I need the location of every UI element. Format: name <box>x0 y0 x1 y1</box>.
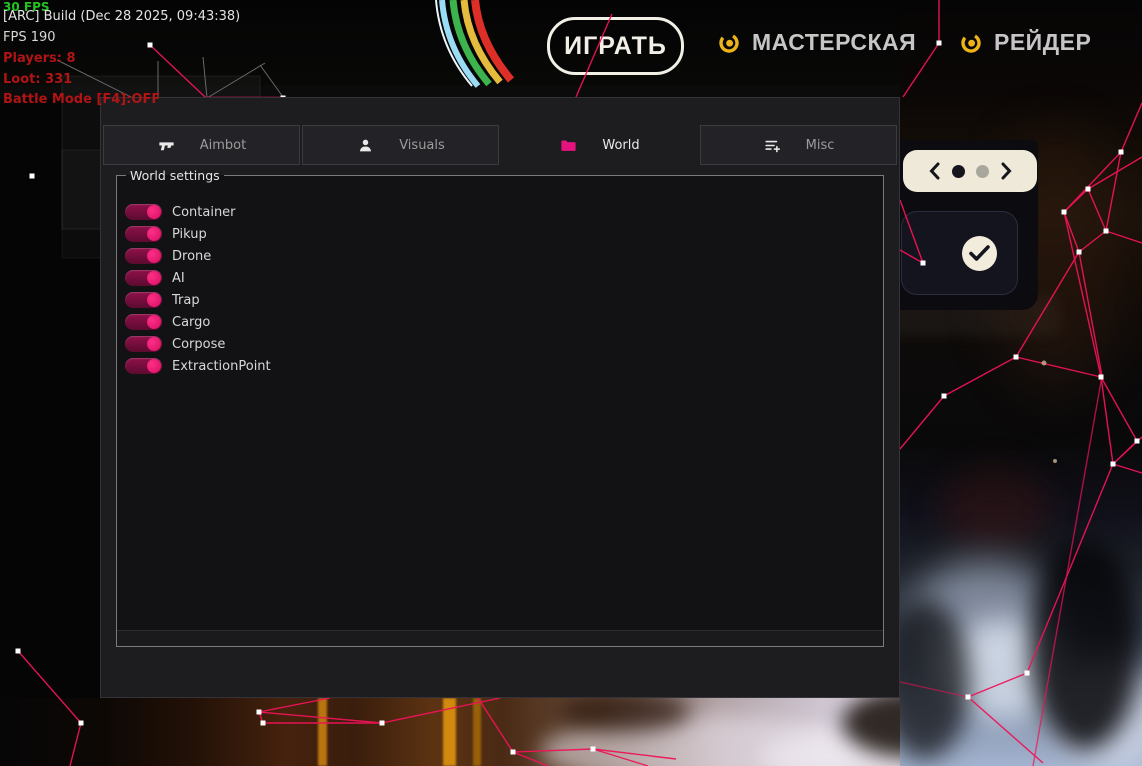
checkmark-icon <box>962 236 997 271</box>
torch-pole <box>318 698 327 766</box>
red-haze <box>940 470 1050 550</box>
nav-raider-label: РЕЙДЕР <box>994 29 1091 56</box>
check-card[interactable] <box>901 211 1018 295</box>
torch-pole <box>473 698 481 766</box>
tab-misc[interactable]: Misc <box>700 125 897 165</box>
toggle-switch[interactable] <box>125 314 162 330</box>
chevron-right-icon[interactable] <box>1000 162 1013 180</box>
toggle-label: Trap <box>172 293 200 308</box>
toggle-label: Drone <box>172 249 211 264</box>
toggle-row-extractionpoint: ExtractionPoint <box>125 355 271 377</box>
toggle-switch[interactable] <box>125 226 162 242</box>
person-icon <box>356 136 375 155</box>
toggle-label: AI <box>172 271 185 286</box>
toggle-row-trap: Trap <box>125 289 271 311</box>
toggle-row-ai: AI <box>125 267 271 289</box>
build-info: [ARC] Build (Dec 28 2025, 09:43:38) <box>3 10 240 23</box>
groupbox-footer <box>117 630 883 646</box>
toggle-label: Corpose <box>172 337 225 352</box>
tab-label: Misc <box>806 138 835 153</box>
toggle-label: ExtractionPoint <box>172 359 271 374</box>
folder-icon <box>559 136 578 155</box>
gold-spiral-icon <box>959 31 983 55</box>
groupbox-title: World settings <box>126 168 224 183</box>
toggle-row-drone: Drone <box>125 245 271 267</box>
toggle-switch[interactable] <box>125 336 162 352</box>
rainbow-logo <box>420 0 560 90</box>
carousel-dot-inactive[interactable] <box>976 165 989 178</box>
menu-tab-bar: Aimbot Visuals World Misc <box>103 125 897 165</box>
loot-counter: Loot: 331 <box>3 73 72 86</box>
chevron-left-icon[interactable] <box>928 162 941 180</box>
fps-readout: FPS 190 <box>3 31 56 44</box>
toggle-label: Cargo <box>172 315 210 330</box>
pistol-icon <box>157 136 176 155</box>
toggle-label: Container <box>172 205 236 220</box>
play-button-label: ИГРАТЬ <box>564 32 667 61</box>
toggle-row-pikup: Pikup <box>125 223 271 245</box>
toggle-row-corpose: Corpose <box>125 333 271 355</box>
players-counter: Players: 8 <box>3 52 76 65</box>
nav-raider[interactable]: РЕЙДЕР <box>959 29 1091 56</box>
toggle-switch[interactable] <box>125 358 162 374</box>
tab-aimbot[interactable]: Aimbot <box>103 125 300 165</box>
playlist-add-icon <box>763 136 782 155</box>
toggle-row-container: Container <box>125 201 271 223</box>
tab-world[interactable]: World <box>501 125 698 165</box>
world-settings-groupbox: World settings Container Pikup Drone AI … <box>116 168 884 647</box>
toggle-switch[interactable] <box>125 270 162 286</box>
dark-branch <box>1030 540 1140 750</box>
game-screen: { "overlay": { "fps_green": "30 FPS", "b… <box>0 0 1142 766</box>
game-scene-right <box>900 0 1142 766</box>
tab-label: Visuals <box>399 138 445 153</box>
toggle-row-cargo: Cargo <box>125 311 271 333</box>
nav-workshop[interactable]: МАСТЕРСКАЯ <box>717 29 916 56</box>
tab-label: Aimbot <box>200 138 246 153</box>
torch-pole <box>443 698 456 766</box>
gold-spiral-icon <box>717 31 741 55</box>
carousel-dot-active[interactable] <box>952 165 965 178</box>
battle-mode-status: Battle Mode [F4]:OFF <box>3 93 160 106</box>
tab-visuals[interactable]: Visuals <box>302 125 499 165</box>
toggle-label: Pikup <box>172 227 207 242</box>
tab-label: World <box>602 138 639 153</box>
toggle-switch[interactable] <box>125 292 162 308</box>
cheat-menu-panel: Aimbot Visuals World Misc World settings <box>100 97 900 698</box>
toggle-switch[interactable] <box>125 204 162 220</box>
nav-workshop-label: МАСТЕРСКАЯ <box>752 29 916 56</box>
carousel-widget <box>903 150 1037 192</box>
toggle-switch[interactable] <box>125 248 162 264</box>
toggle-list: Container Pikup Drone AI Trap Cargo <box>125 201 271 377</box>
play-button[interactable]: ИГРАТЬ <box>547 17 684 75</box>
